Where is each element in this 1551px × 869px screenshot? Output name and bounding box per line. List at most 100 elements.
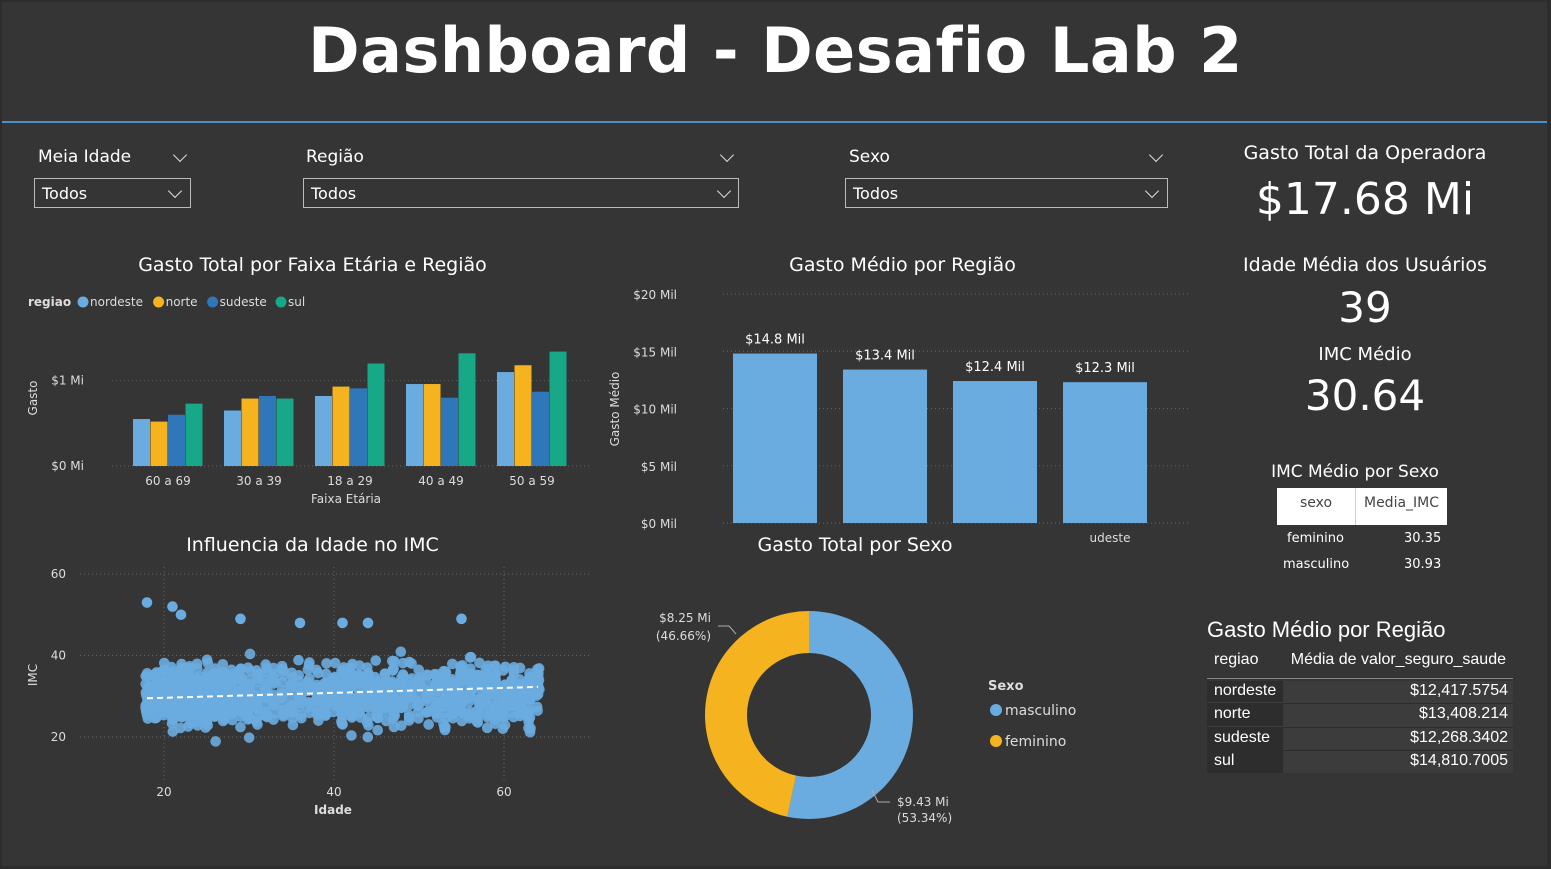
- slicer-regiao-value: Todos: [311, 184, 357, 203]
- table-cell: sudeste: [1214, 729, 1271, 746]
- data-point: [176, 658, 187, 670]
- x-tick-label: 40 a 49: [418, 474, 464, 488]
- data-point: [397, 657, 409, 669]
- slicer-meia-idade-label: Meia Idade: [38, 147, 132, 167]
- donut-slice: [705, 611, 809, 817]
- y-tick-label: $0 Mil: [641, 517, 677, 531]
- chart-idade-imc-title: Influencia da Idade no IMC: [186, 534, 439, 556]
- legend-label: sul: [288, 295, 305, 309]
- legend-title: regiao: [28, 295, 71, 309]
- data-point: [192, 720, 203, 731]
- data-point: [141, 597, 153, 608]
- table-header-cell[interactable]: Media_IMC: [1356, 488, 1447, 525]
- data-point: [243, 732, 255, 743]
- data-point: [346, 669, 358, 680]
- data-point: [499, 719, 511, 731]
- bar: [1063, 382, 1147, 523]
- card-imc-medio-value: 30.64: [1304, 371, 1426, 420]
- data-label: $8.25 Mi: [659, 611, 711, 625]
- card-idade-media-title: Idade Média dos Usuários: [1243, 254, 1487, 276]
- table-cell: norte: [1214, 705, 1251, 722]
- chevron-down-icon: [716, 183, 732, 199]
- bar: [332, 386, 350, 466]
- data-point: [336, 689, 347, 700]
- x-tick-label: 40: [326, 785, 341, 799]
- bar: [315, 395, 332, 466]
- x-axis-label: Faixa Etária: [311, 492, 381, 506]
- data-point: [500, 661, 511, 673]
- data-point: [363, 667, 374, 679]
- data-point: [157, 668, 169, 679]
- data-point: [235, 613, 246, 625]
- data-point: [454, 660, 466, 672]
- data-point: [244, 648, 256, 660]
- data-point: [464, 652, 476, 663]
- chart-faixa-regiao-title: Gasto Total por Faixa Etária e Região: [138, 254, 487, 276]
- data-point: [474, 657, 485, 669]
- data-point: [218, 683, 230, 695]
- data-point: [295, 694, 306, 706]
- x-tick-label: 20: [156, 785, 171, 799]
- bar: [514, 365, 532, 466]
- y-tick-label: 60: [51, 567, 66, 581]
- bar: [532, 391, 549, 466]
- bar: [224, 410, 241, 466]
- chart-idade-imc[interactable]: 20 20 40 40 60 60 IMC Idade: [20, 562, 605, 824]
- card-gasto-total-value: $17.68 Mi: [1255, 174, 1475, 225]
- data-point: [456, 613, 467, 625]
- data-label: (53.34%): [897, 811, 952, 825]
- gasto-regiao-table-header: regiao Média de valor_seguro_saude: [1207, 650, 1513, 674]
- bar: [458, 353, 476, 466]
- data-point: [431, 706, 442, 717]
- data-point: [423, 719, 434, 730]
- data-point: [287, 672, 298, 683]
- data-point: [260, 659, 272, 670]
- slicer-regiao-dropdown[interactable]: Todos: [303, 178, 739, 208]
- x-tick-label: 30 a 39: [236, 474, 282, 488]
- data-point: [421, 689, 433, 701]
- imc-sexo-table-body: feminino 30.35 masculino 30.93: [1277, 531, 1447, 583]
- data-point: [191, 701, 203, 712]
- data-point: [346, 730, 357, 741]
- table-header-cell[interactable]: regiao: [1214, 651, 1258, 669]
- data-point: [235, 721, 246, 733]
- data-label: $12.3 Mil: [1075, 361, 1135, 376]
- bar: [406, 384, 423, 466]
- data-point: [398, 694, 409, 705]
- y-axis-label: Gasto: [26, 381, 40, 416]
- header-divider: [2, 121, 1547, 123]
- data-point: [201, 705, 212, 716]
- slicer-meia-idade-dropdown[interactable]: Todos: [34, 178, 191, 208]
- leader-line: [718, 625, 737, 635]
- table-header-cell[interactable]: sexo: [1277, 488, 1356, 525]
- data-point: [372, 724, 384, 736]
- data-point: [388, 721, 400, 733]
- legend-label: norte: [166, 295, 198, 309]
- bar: [150, 421, 168, 466]
- bar: [185, 403, 203, 466]
- data-point: [403, 712, 415, 723]
- data-point: [201, 667, 213, 679]
- data-point: [201, 654, 213, 666]
- legend-marker: [153, 296, 165, 308]
- chart-media-regiao-title: Gasto Médio por Região: [789, 254, 1016, 276]
- data-point: [524, 689, 536, 700]
- data-label: (46.66%): [656, 629, 711, 643]
- data-point: [167, 601, 178, 612]
- slicer-sexo-dropdown[interactable]: Todos: [845, 178, 1168, 208]
- chart-media-regiao[interactable]: $0 Mil $5 Mil $10 Mil $15 Mil $20 Mil Gasto M…: [605, 282, 1200, 552]
- data-point: [304, 707, 315, 719]
- table-header-cell[interactable]: Média de valor_seguro_saude: [1291, 651, 1506, 669]
- x-tick-label: 60 a 69: [145, 474, 191, 488]
- y-tick-label: 40: [51, 649, 66, 663]
- chart-faixa-regiao[interactable]: regiao nordeste norte sudeste sul $0 Mi $1 Mi G…: [20, 285, 605, 515]
- data-label: $13.4 Mil: [855, 349, 915, 364]
- table-cell: sul: [1214, 752, 1235, 769]
- data-point: [140, 701, 152, 712]
- chart-sexo[interactable]: $9.43 Mi (53.34%) $8.25 Mi (46.66%) Sexo masc…: [640, 580, 1090, 830]
- data-point: [465, 710, 476, 722]
- y-tick-label: $15 Mil: [633, 345, 677, 359]
- data-point: [346, 692, 358, 704]
- data-point: [252, 719, 263, 730]
- legend-marker: [77, 296, 89, 308]
